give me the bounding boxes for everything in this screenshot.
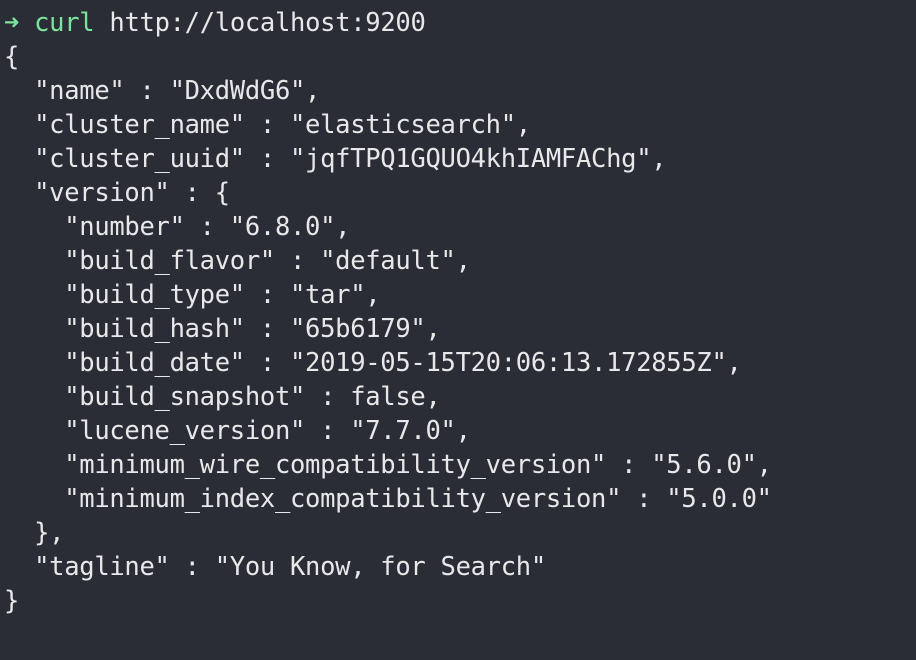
output-line: "build_snapshot" : false, — [4, 382, 441, 412]
output-line: "version" : { — [4, 178, 230, 208]
output-line: "minimum_index_compatibility_version" : … — [4, 484, 772, 514]
output-line: }, — [4, 518, 65, 548]
output-line: "build_type" : "tar", — [4, 280, 381, 310]
arrow-right-icon: ➜ — [4, 8, 20, 38]
command-argument: http://localhost:9200 — [109, 8, 426, 38]
output-line: "build_date" : "2019-05-15T20:06:13.1728… — [4, 348, 742, 378]
output-line: "build_flavor" : "default", — [4, 246, 471, 276]
output-line: "tagline" : "You Know, for Search" — [4, 552, 546, 582]
output-line: "build_hash" : "65b6179", — [4, 314, 441, 344]
output-line: "lucene_version" : "7.7.0", — [4, 416, 471, 446]
terminal-window[interactable]: ➜ curl http://localhost:9200 { "name" : … — [0, 0, 916, 660]
command-name: curl — [34, 8, 95, 38]
output-line: "cluster_uuid" : "jqfTPQ1GQUO4khIAMFAChg… — [4, 144, 667, 174]
output-line: } — [4, 586, 20, 616]
output-line: "cluster_name" : "elasticsearch", — [4, 110, 531, 140]
command-line: ➜ curl http://localhost:9200 — [4, 6, 916, 40]
output-line: { — [4, 42, 20, 72]
output-line: "minimum_wire_compatibility_version" : "… — [4, 450, 772, 480]
output-line: "name" : "DxdWdG6", — [4, 76, 321, 106]
output-line: "number" : "6.8.0", — [4, 212, 351, 242]
